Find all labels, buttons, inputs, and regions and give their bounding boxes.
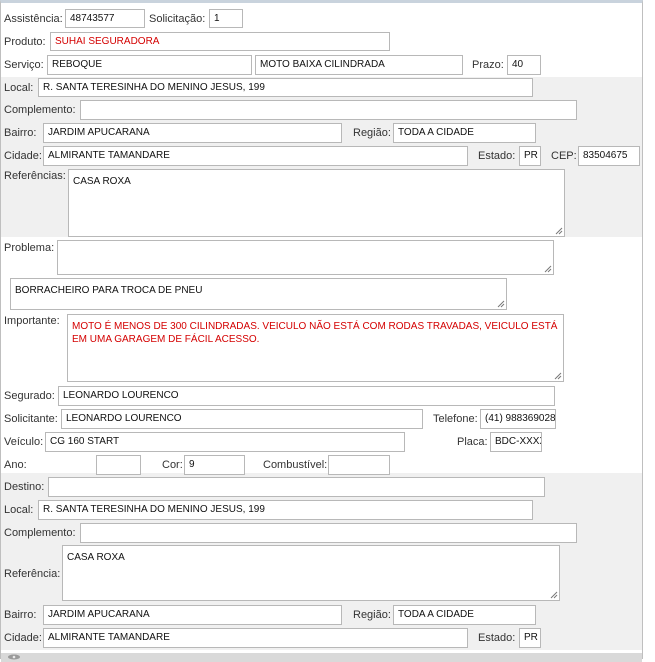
ano-field[interactable] bbox=[96, 455, 141, 475]
veiculo-field[interactable]: CG 160 START bbox=[45, 432, 405, 452]
solicitante-label: Solicitante: bbox=[4, 413, 58, 425]
destino-estado-label: Estado: bbox=[478, 632, 516, 644]
destino-cidade-label: Cidade: bbox=[4, 632, 42, 644]
destino-regiao-field[interactable]: TODA A CIDADE bbox=[393, 605, 536, 625]
destino-complemento-field[interactable] bbox=[80, 523, 577, 543]
servico-label: Serviço: bbox=[4, 59, 44, 71]
local-field[interactable]: R. SANTA TERESINHA DO MENINO JESUS, 199 bbox=[38, 78, 533, 97]
prazo-field[interactable]: 40 bbox=[507, 55, 541, 75]
servico-tipo-field[interactable]: MOTO BAIXA CILINDRADA bbox=[255, 55, 463, 75]
destino-estado-field[interactable]: PR bbox=[519, 628, 541, 648]
cidade-field[interactable]: ALMIRANTE TAMANDARE bbox=[43, 146, 468, 166]
assistencia-label: Assistência: bbox=[4, 13, 63, 25]
problema-detalhe-textarea[interactable]: BORRACHEIRO PARA TROCA DE PNEU bbox=[10, 278, 507, 310]
produto-field[interactable]: SUHAI SEGURADORA bbox=[50, 32, 390, 51]
service-form: Assistência: 48743577 Solicitação: 1 Pro… bbox=[0, 0, 643, 662]
destino-local-label: Local: bbox=[4, 504, 34, 516]
importante-textarea[interactable]: MOTO É MENOS DE 300 CILINDRADAS. VEICULO… bbox=[67, 314, 564, 382]
local-label: Local: bbox=[4, 82, 34, 94]
referencias-textarea[interactable]: CASA ROXA bbox=[68, 169, 565, 237]
cidade-label: Cidade: bbox=[4, 150, 42, 162]
destino-cidade-field[interactable]: ALMIRANTE TAMANDARE bbox=[43, 628, 468, 648]
prazo-label: Prazo: bbox=[472, 59, 504, 71]
servico-field[interactable]: REBOQUE bbox=[47, 55, 252, 75]
cor-label: Cor: bbox=[162, 459, 183, 471]
destino-bairro-field[interactable]: JARDIM APUCARANA bbox=[43, 605, 342, 625]
footer-bar bbox=[1, 653, 642, 662]
destino-referencia-label: Referência: bbox=[4, 568, 61, 580]
cep-label: CEP: bbox=[551, 150, 577, 162]
placa-label: Placa: bbox=[457, 436, 488, 448]
solicitante-field[interactable]: LEONARDO LOURENCO bbox=[61, 409, 423, 429]
segurado-label: Segurado: bbox=[4, 390, 55, 402]
resize-grip-icon[interactable] bbox=[550, 591, 558, 599]
telefone-field[interactable]: (41) 988369028 bbox=[480, 409, 556, 429]
importante-label: Importante: bbox=[4, 315, 60, 327]
solicitacao-label: Solicitação: bbox=[149, 13, 206, 25]
regiao-label: Região: bbox=[353, 127, 391, 139]
cep-field[interactable]: 83504675 bbox=[578, 146, 640, 166]
bairro-label: Bairro: bbox=[4, 127, 37, 139]
estado-field[interactable]: PR bbox=[519, 146, 541, 166]
placa-field[interactable]: BDC-XXXX bbox=[490, 432, 542, 452]
destino-label: Destino: bbox=[4, 481, 45, 493]
complemento-label: Complemento: bbox=[4, 104, 76, 116]
resize-grip-icon[interactable] bbox=[497, 300, 505, 308]
destino-regiao-label: Região: bbox=[353, 609, 391, 621]
destino-local-field[interactable]: R. SANTA TERESINHA DO MENINO JESUS, 199 bbox=[38, 500, 533, 520]
resize-grip-icon[interactable] bbox=[555, 227, 563, 235]
resize-grip-icon[interactable] bbox=[544, 265, 552, 273]
referencias-label: Referências: bbox=[4, 170, 66, 182]
bairro-field[interactable]: JARDIM APUCARANA bbox=[43, 123, 342, 143]
problema-textarea[interactable] bbox=[57, 240, 554, 275]
solicitacao-field[interactable]: 1 bbox=[209, 9, 243, 28]
combustivel-field[interactable] bbox=[328, 455, 390, 475]
problema-label: Problema: bbox=[4, 242, 55, 254]
telefone-label: Telefone: bbox=[433, 413, 478, 425]
regiao-field[interactable]: TODA A CIDADE bbox=[393, 123, 536, 143]
destino-referencia-textarea[interactable]: CASA ROXA bbox=[62, 545, 560, 601]
destino-bairro-label: Bairro: bbox=[4, 609, 37, 621]
destino-field[interactable] bbox=[48, 477, 545, 497]
assistencia-field[interactable]: 48743577 bbox=[65, 9, 145, 28]
veiculo-label: Veículo: bbox=[4, 436, 44, 448]
destino-complemento-label: Complemento: bbox=[4, 527, 76, 539]
eye-icon[interactable] bbox=[7, 654, 21, 660]
ano-label: Ano: bbox=[4, 459, 27, 471]
segurado-field[interactable]: LEONARDO LOURENCO bbox=[58, 386, 555, 406]
complemento-field[interactable] bbox=[80, 100, 577, 120]
estado-label: Estado: bbox=[478, 150, 516, 162]
combustivel-label: Combustível: bbox=[263, 459, 328, 471]
cor-field[interactable]: 9 bbox=[184, 455, 245, 475]
resize-grip-icon[interactable] bbox=[554, 372, 562, 380]
produto-label: Produto: bbox=[4, 36, 46, 48]
